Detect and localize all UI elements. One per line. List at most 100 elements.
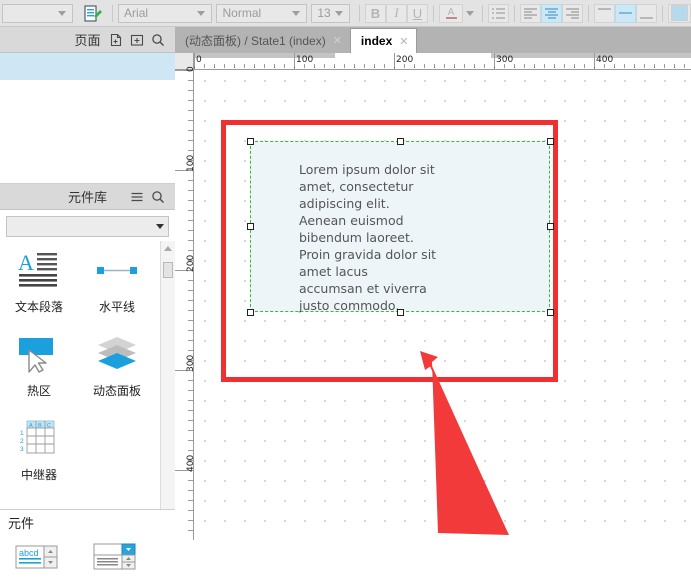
text-paragraph-icon: A: [17, 249, 61, 291]
widget-grid: A 文本段落 水平线 热区 动态面板 A B C 1 2 3 中继器: [0, 241, 175, 493]
toolbar-separator: [482, 4, 483, 22]
dynamic-panel-widget[interactable]: Lorem ipsum dolor sit amet, consectetur …: [250, 141, 550, 314]
scroll-up-arrow-icon[interactable]: [161, 241, 175, 256]
page-tab-bar: (动态面板) / State1 (index) ✕ index ✕: [175, 27, 691, 53]
ruler-guide-dot: [334, 67, 335, 68]
selection-handle-se[interactable]: [547, 309, 554, 316]
ruler-tick: [188, 280, 193, 281]
bold-label: B: [370, 5, 381, 21]
widget-item-text-field[interactable]: abcd: [0, 534, 78, 580]
ruler-tick: [324, 64, 325, 68]
ruler-tick: [188, 390, 193, 391]
valign-bottom-button[interactable]: [636, 3, 657, 23]
library-selector-combo[interactable]: [6, 216, 169, 237]
ruler-tick: [188, 530, 193, 531]
ruler-tick: [188, 140, 193, 141]
align-right-icon: [566, 7, 579, 19]
ruler-guide-dot: [494, 67, 495, 68]
pages-panel-tools: [109, 33, 175, 47]
tab-label: index: [360, 34, 393, 48]
ruler-tick: [188, 290, 193, 291]
widgets-section-title: 元件: [0, 510, 175, 534]
scrollbar-thumb[interactable]: [163, 262, 173, 278]
widget-label: 文本段落: [14, 300, 63, 314]
selection-handle-ne[interactable]: [547, 138, 554, 145]
ruler-guide-dot: [634, 67, 635, 68]
ruler-tick: [188, 320, 193, 321]
ruler-tick: [404, 64, 405, 68]
pages-panel-header: 页面: [0, 27, 175, 53]
text-color-button[interactable]: A: [439, 3, 463, 23]
widget-label: 水平线: [98, 300, 135, 314]
ruler-tick: [188, 80, 193, 81]
ruler-tick: [224, 64, 225, 68]
ruler-tick: [244, 64, 245, 68]
selection-handle-sw[interactable]: [247, 309, 254, 316]
style-combo[interactable]: [2, 3, 74, 23]
close-icon[interactable]: ✕: [399, 35, 408, 48]
ruler-tick: [188, 120, 193, 121]
hamburger-menu-icon[interactable]: [130, 190, 144, 204]
widget-item-text-paragraph[interactable]: A 文本段落: [0, 241, 78, 325]
add-page-icon[interactable]: [109, 33, 123, 47]
valign-top-button[interactable]: [594, 3, 615, 23]
bullet-list-button[interactable]: [488, 3, 509, 23]
format-painter-icon[interactable]: [81, 4, 103, 23]
pages-tree[interactable]: [0, 53, 175, 184]
ruler-guide-dot: [354, 67, 355, 68]
paragraph-text[interactable]: Lorem ipsum dolor sit amet, consectetur …: [299, 161, 436, 314]
svg-text:A: A: [18, 250, 34, 275]
add-folder-icon[interactable]: [130, 33, 144, 47]
selection-handle-n[interactable]: [397, 138, 404, 145]
widget-library-scrollbar[interactable]: [160, 241, 175, 509]
align-right-button[interactable]: [562, 3, 583, 23]
ruler-tick: [188, 380, 193, 381]
ruler-tick: [188, 130, 193, 131]
font-size-combo[interactable]: 13: [311, 3, 350, 23]
ruler-guide-dot: [534, 67, 535, 68]
ruler-tick: [304, 64, 305, 68]
ruler-tick: [204, 64, 205, 68]
font-style-combo[interactable]: Normal: [216, 3, 308, 23]
search-icon[interactable]: [151, 190, 165, 204]
widget-item-list-box[interactable]: [78, 534, 156, 580]
align-center-button[interactable]: [541, 3, 562, 23]
underline-button[interactable]: U: [407, 3, 428, 23]
font-size-value: 13: [317, 6, 331, 20]
widget-item-dynamic-panel[interactable]: 动态面板: [78, 325, 156, 409]
pages-tree-selected-row[interactable]: [0, 53, 175, 80]
valign-bottom-icon: [640, 8, 653, 19]
bold-button[interactable]: B: [365, 3, 386, 23]
close-icon[interactable]: ✕: [333, 34, 342, 47]
italic-button[interactable]: I: [386, 3, 407, 23]
selection-handle-s[interactable]: [397, 309, 404, 316]
widget-label: 中继器: [20, 468, 57, 482]
tab-dynamic-panel-state1[interactable]: (动态面板) / State1 (index) ✕: [175, 28, 350, 53]
valign-middle-button[interactable]: [615, 3, 636, 23]
svg-text:1: 1: [20, 430, 24, 437]
vertical-ruler[interactable]: 0 100 200 300 400: [175, 66, 196, 540]
text-color-dropdown[interactable]: [463, 4, 477, 23]
widget-item-repeater[interactable]: A B C 1 2 3 中继器: [0, 409, 78, 493]
fill-color-button[interactable]: [668, 3, 691, 23]
ruler-tick: [188, 190, 193, 191]
ruler-tick: [188, 100, 193, 101]
valign-middle-icon: [619, 8, 632, 19]
design-canvas[interactable]: Lorem ipsum dolor sit amet, consectetur …: [194, 70, 691, 540]
selection-handle-w[interactable]: [247, 223, 254, 230]
search-icon[interactable]: [151, 33, 165, 47]
ruler-guide-dot: [614, 67, 615, 68]
widget-item-horizontal-line[interactable]: 水平线: [78, 241, 156, 325]
ruler-guide-dot: [674, 67, 675, 68]
selection-handle-e[interactable]: [547, 223, 554, 230]
svg-text:A: A: [29, 423, 33, 429]
font-family-combo[interactable]: Arial: [118, 3, 213, 23]
tab-index[interactable]: index ✕: [349, 28, 418, 53]
align-left-button[interactable]: [520, 3, 541, 23]
ruler-tick: [188, 310, 193, 311]
widget-grid-secondary: abcd: [0, 534, 175, 580]
selection-handle-nw[interactable]: [247, 138, 254, 145]
ruler-tick: [444, 64, 445, 68]
horizontal-ruler[interactable]: 0 100 200 300 400: [175, 53, 691, 70]
widget-item-hot-spot[interactable]: 热区: [0, 325, 78, 409]
